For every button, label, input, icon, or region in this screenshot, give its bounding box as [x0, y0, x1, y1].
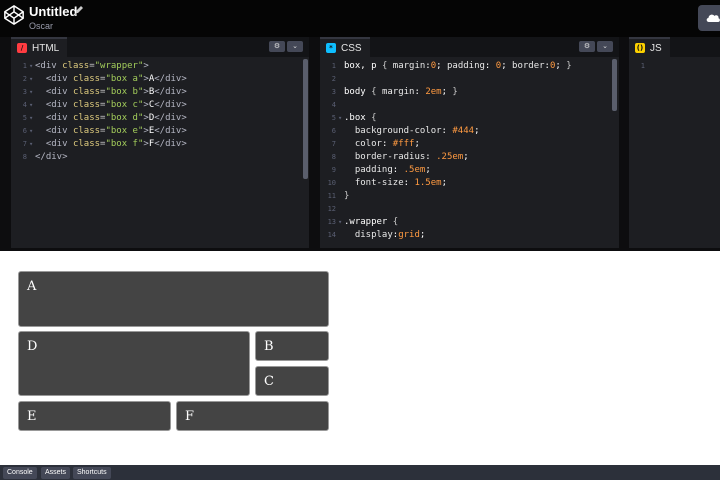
css-code-editor[interactable]: 1 box, p { margin:0; padding: 0; border:0… [320, 60, 619, 248]
assets-button[interactable]: Assets [41, 467, 71, 479]
js-tab-label: JS [650, 42, 662, 54]
pen-title[interactable]: Untitled [29, 4, 77, 19]
code-line: 7 color: #fff; [331, 139, 420, 149]
code-line: 5 ▾ <div class="box d">D</div> [22, 113, 187, 123]
css-tab[interactable]: * CSS [320, 37, 370, 57]
gear-icon: ⚙ [583, 42, 591, 50]
result-preview: A B C D E F [0, 248, 720, 465]
bottom-toolbar: Console Assets Shortcuts [0, 465, 720, 480]
code-line: 2 [331, 75, 336, 83]
html-pane-header: / HTML ⚙ ⌄ [11, 37, 309, 57]
js-editor-pane: () JS 1 [629, 37, 720, 248]
code-line: 6 ▾ <div class="box e">E</div> [22, 126, 187, 136]
code-line: 4 ▾ <div class="box c">C</div> [22, 100, 187, 110]
html-tab[interactable]: / HTML [11, 37, 68, 57]
css-scrollbar[interactable] [612, 59, 617, 111]
save-cloud-button[interactable] [698, 5, 720, 31]
css-settings-button[interactable]: ⚙ [579, 41, 595, 52]
chevron-down-icon: ⌄ [292, 42, 298, 50]
html-collapse-button[interactable]: ⌄ [287, 41, 303, 52]
chevron-down-icon: ⌄ [602, 42, 608, 50]
code-line: 13 ▾ .wrapper { [327, 217, 399, 227]
code-line: 6 background-color: #444; [331, 126, 480, 136]
author-name[interactable]: Oscar [29, 21, 53, 31]
code-line: 4 [331, 101, 336, 109]
html-code-editor[interactable]: 1 ▾ <div class="wrapper"> 2 ▾ <div class="b… [11, 60, 309, 248]
code-line: 14 display:grid; [327, 230, 426, 240]
code-line: 1 box, p { margin:0; padding: 0; border:0… [331, 61, 572, 71]
preview-box-d: D [18, 331, 250, 396]
css-collapse-button[interactable]: ⌄ [597, 41, 613, 52]
cloud-icon [706, 14, 720, 22]
code-line: 1 ▾ <div class="wrapper"> [22, 61, 149, 71]
css-tab-label: CSS [341, 42, 362, 54]
code-line: 5 ▾ .box { [331, 113, 377, 123]
code-line: 2 ▾ <div class="box a">A</div> [22, 74, 187, 84]
html-language-icon: / [17, 43, 27, 53]
js-tab[interactable]: () JS [629, 37, 670, 57]
html-editor-pane: / HTML ⚙ ⌄ 1 ▾ <div class="wrapper"> 2 ▾ <d… [11, 37, 309, 248]
code-line: 11} [327, 191, 350, 201]
js-pane-header: () JS [629, 37, 720, 57]
editor-area: / HTML ⚙ ⌄ 1 ▾ <div class="wrapper"> 2 ▾ <d… [0, 37, 720, 248]
code-line: 1 [640, 62, 645, 70]
shortcuts-button[interactable]: Shortcuts [73, 467, 111, 479]
css-pane-header: * CSS ⚙ ⌄ [320, 37, 619, 57]
code-line: 8 border-radius: .25em; [331, 152, 469, 162]
preview-box-a: A [18, 271, 329, 327]
code-line: 3 ▾ <div class="box b">B</div> [22, 87, 187, 97]
preview-box-b: B [255, 331, 329, 361]
html-tab-label: HTML [32, 42, 60, 54]
edit-pencil-icon[interactable] [74, 5, 84, 17]
gear-icon: ⚙ [273, 42, 281, 50]
codepen-logo-icon[interactable] [3, 4, 25, 26]
code-line: 9 padding: .5em; [331, 165, 431, 175]
code-line: 10 font-size: 1.5em; [327, 178, 447, 188]
code-line: 7 ▾ <div class="box f">F</div> [22, 139, 187, 149]
code-line: 12 [327, 205, 336, 213]
preview-box-c: C [255, 366, 329, 396]
code-line: 3 body { margin: 2em; } [331, 87, 458, 97]
code-line: 8 </div> [22, 152, 68, 162]
js-code-editor[interactable]: 1 [629, 60, 720, 248]
html-scrollbar[interactable] [303, 59, 308, 179]
js-language-icon: () [635, 43, 645, 53]
preview-box-f: F [176, 401, 329, 431]
css-editor-pane: * CSS ⚙ ⌄ 1 box, p { margin:0; padding: 0… [320, 37, 619, 248]
css-language-icon: * [326, 43, 336, 53]
top-header: Untitled Oscar [0, 0, 720, 37]
console-button[interactable]: Console [3, 467, 37, 479]
preview-box-e: E [18, 401, 171, 431]
html-settings-button[interactable]: ⚙ [269, 41, 285, 52]
